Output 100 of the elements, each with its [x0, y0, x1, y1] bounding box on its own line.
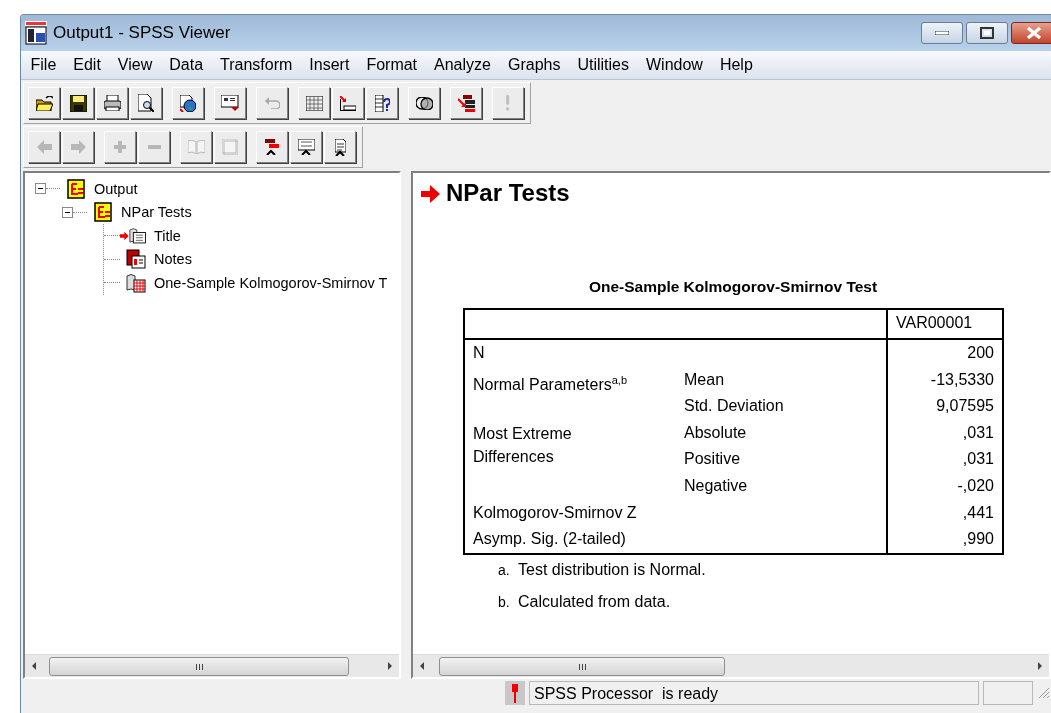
row-label: Most Extreme Differences	[473, 423, 573, 467]
close-button[interactable]	[1011, 22, 1051, 44]
scrollbar-thumb[interactable]	[49, 657, 349, 676]
toolbar-button[interactable]	[28, 87, 60, 119]
grid-icon	[305, 95, 323, 111]
menu-item[interactable]: File	[22, 56, 65, 74]
toolbar-button[interactable]	[214, 87, 246, 119]
statistic-label: Negative	[684, 476, 748, 494]
window-title: Output1 - SPSS Viewer	[53, 23, 232, 43]
menu-item[interactable]: Insert	[300, 56, 358, 74]
row-label: Kolmogorov-Smirnov Z	[473, 503, 637, 521]
toolbar-button[interactable]	[62, 87, 94, 119]
tree-item[interactable]: Output	[94, 180, 138, 197]
log-book-icon	[93, 202, 113, 223]
grip-icon	[195, 663, 203, 670]
exclamation-icon	[506, 95, 510, 111]
column-insert-icon	[340, 95, 356, 111]
menu-item[interactable]: Transform	[211, 56, 301, 74]
magnifier-page-icon	[138, 94, 154, 112]
circles-icon	[415, 96, 433, 110]
table-page-icon	[126, 272, 146, 293]
toolbar-button[interactable]	[256, 131, 288, 163]
table-value: ,441	[962, 503, 994, 521]
table-value: 9,07595	[936, 397, 994, 415]
processor-icon	[510, 683, 520, 703]
collapse-toggle[interactable]	[62, 206, 73, 218]
menu-item[interactable]: Graphs	[499, 56, 569, 74]
table-title: One-Sample Kolmogorov-Smirnov Test	[587, 278, 879, 296]
status-panel	[983, 681, 1033, 705]
statistic-label: Positive	[684, 450, 741, 468]
minimize-button[interactable]	[921, 22, 963, 44]
scroll-right-icon	[1037, 662, 1043, 670]
minimize-icon	[935, 31, 949, 35]
menu-item[interactable]: Help	[711, 56, 762, 74]
menu-item[interactable]: Window	[637, 56, 712, 74]
menu-item[interactable]: Format	[357, 56, 426, 74]
footnote-mark: b.	[498, 593, 511, 610]
menu-item[interactable]: View	[109, 56, 161, 74]
row-label: N	[473, 344, 485, 361]
monitor-icon	[221, 95, 239, 111]
status-text: SPSS Processor is ready	[529, 681, 979, 705]
footnote: Test distribution is Normal.	[518, 560, 706, 579]
maximize-button[interactable]	[966, 22, 1008, 44]
table-value: ,031	[962, 450, 994, 468]
toolbar-button[interactable]	[366, 87, 398, 119]
stack-icon	[457, 94, 475, 112]
scrollbar-thumb[interactable]	[439, 657, 725, 676]
toolbar-button[interactable]	[332, 87, 364, 119]
scroll-left-icon	[31, 662, 37, 670]
toolbar-button[interactable]	[290, 131, 322, 163]
table-value: ,031	[962, 423, 994, 441]
undo-icon	[264, 97, 280, 109]
globe-page-icon	[180, 94, 196, 112]
menu-item[interactable]: Analyze	[425, 56, 500, 74]
menu-item[interactable]: Data	[160, 56, 212, 74]
tree-item[interactable]: One-Sample Kolmogorov-Smirnov T	[154, 274, 388, 291]
table-value: -13,5330	[930, 370, 994, 388]
scroll-left-icon	[419, 662, 425, 670]
left-arrow-icon	[36, 140, 52, 154]
title-insert-icon	[297, 139, 315, 155]
close-icon	[1026, 26, 1042, 40]
printer-icon	[103, 95, 121, 111]
column-header: VAR00001	[887, 309, 1003, 339]
text-insert-icon	[334, 138, 346, 156]
heading-insert-icon	[265, 139, 279, 155]
plus-icon	[114, 141, 126, 153]
tree-item[interactable]: Title	[154, 227, 181, 244]
row-label: Asymp. Sig. (2-tailed)	[473, 530, 626, 548]
minus-icon	[147, 145, 161, 149]
title-page-icon	[128, 225, 146, 246]
tree-item[interactable]: NPar Tests	[121, 204, 192, 221]
menu-item[interactable]: Utilities	[568, 56, 638, 74]
resize-grip-icon	[1037, 686, 1051, 700]
book-icon	[187, 140, 205, 154]
toolbar-button[interactable]	[450, 87, 482, 119]
toolbar-button[interactable]	[324, 131, 356, 163]
app-icon	[25, 21, 47, 45]
statistic-label: Std. Deviation	[684, 397, 784, 415]
notes-page-icon	[126, 249, 146, 270]
output-heading: NPar Tests	[446, 179, 570, 207]
toolbar-button[interactable]	[130, 87, 162, 119]
folder-icon	[35, 95, 53, 111]
footnote: Calculated from data.	[518, 592, 671, 611]
maximize-icon	[980, 27, 994, 39]
row-label: Normal Parameters$^{a,b}$	[473, 375, 627, 393]
table-value: -,020	[957, 476, 994, 494]
menu-item[interactable]: Edit	[64, 56, 110, 74]
statistic-label: Absolute	[684, 423, 747, 441]
toolbar-button[interactable]	[96, 87, 128, 119]
floppy-icon	[69, 94, 87, 112]
scroll-right-icon	[387, 662, 393, 670]
collapse-toggle[interactable]	[35, 183, 46, 195]
toolbar-button[interactable]	[408, 87, 440, 119]
toolbar-button[interactable]	[172, 87, 204, 119]
question-page-icon	[374, 94, 390, 112]
grip-icon	[578, 663, 586, 670]
heading-arrow-icon	[421, 183, 440, 203]
statistic-label: Mean	[684, 370, 725, 388]
tree-item[interactable]: Notes	[154, 251, 192, 268]
right-arrow-icon	[70, 140, 86, 154]
